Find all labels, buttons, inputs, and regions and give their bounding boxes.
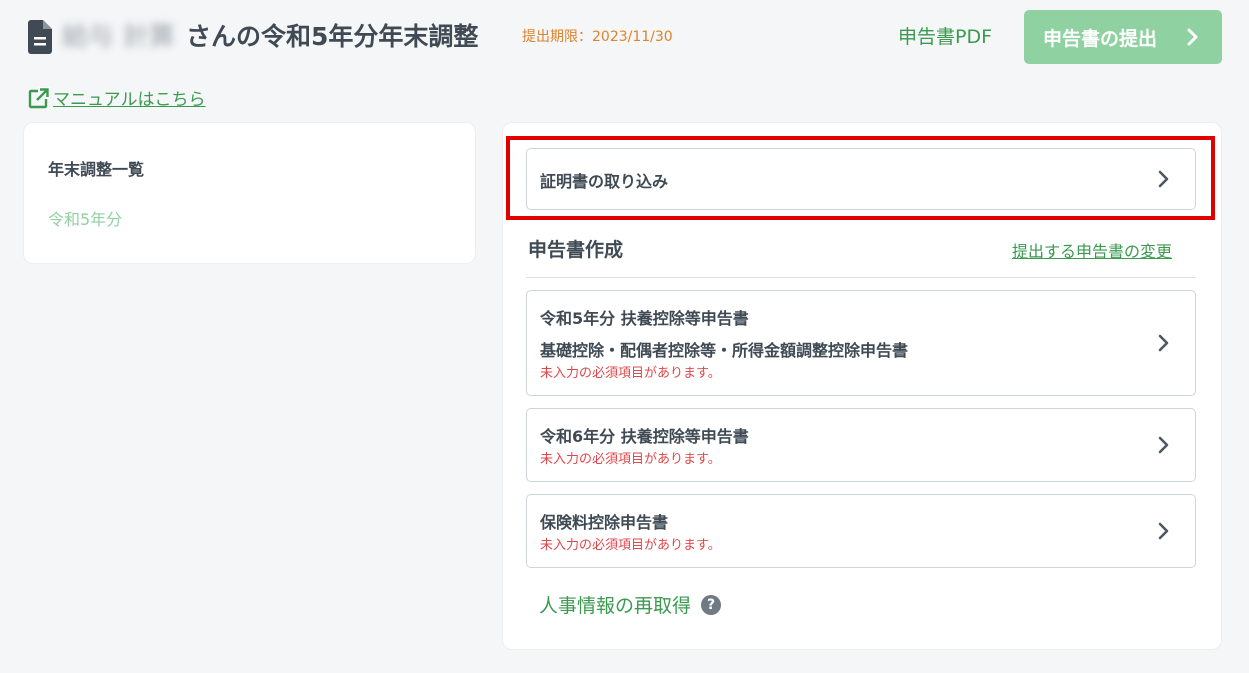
chevron-right-icon — [1158, 334, 1169, 352]
section-title: 申告書作成 — [528, 239, 624, 261]
year-list-item[interactable]: 令和5年分 — [48, 206, 122, 230]
manual-link[interactable]: マニュアルはこちら — [28, 85, 206, 110]
form-warning: 未入力の必須項目があります。 — [540, 538, 721, 553]
chevron-right-icon — [1158, 170, 1169, 188]
form-warning: 未入力の必須項目があります。 — [540, 452, 721, 467]
form-title: 令和6年分 扶養控除等申告書 — [540, 427, 749, 446]
import-certificates-row[interactable]: 証明書の取り込み — [526, 148, 1196, 210]
form-subtitle: 基礎控除・配偶者控除等・所得金額調整控除申告書 — [540, 341, 909, 360]
help-icon[interactable]: ? — [701, 594, 722, 615]
chevron-right-icon — [1158, 436, 1169, 454]
form-title: 保険料控除申告書 — [540, 513, 669, 532]
form-title: 令和5年分 扶養控除等申告書 — [540, 309, 749, 328]
submit-button[interactable]: 申告書の提出 — [1024, 10, 1222, 64]
form-warning: 未入力の必須項目があります。 — [540, 366, 721, 381]
change-forms-link[interactable]: 提出する申告書の変更 — [1012, 238, 1172, 262]
pdf-link[interactable]: 申告書PDF — [898, 24, 992, 50]
external-link-icon — [28, 86, 50, 108]
divider — [526, 277, 1196, 278]
refetch-hr-info: 人事情報の再取得 ? — [539, 591, 722, 618]
form-row-2023-dependents[interactable]: 令和5年分 扶養控除等申告書 基礎控除・配偶者控除等・所得金額調整控除申告書 未… — [526, 290, 1196, 396]
submit-button-label: 申告書の提出 — [1043, 27, 1158, 50]
year-list-card: 年末調整一覧 令和5年分 — [23, 122, 476, 264]
form-row-2024-dependents[interactable]: 令和6年分 扶養控除等申告書 未入力の必須項目があります。 — [526, 408, 1196, 482]
form-row-insurance[interactable]: 保険料控除申告書 未入力の必須項目があります。 — [526, 494, 1196, 568]
page-title: さんの令和5年分年末調整 — [186, 22, 479, 51]
user-name: 給与 計算 — [62, 22, 176, 52]
chevron-right-icon — [1158, 522, 1169, 540]
refetch-hr-info-link[interactable]: 人事情報の再取得 — [539, 591, 691, 618]
year-list-title: 年末調整一覧 — [48, 160, 145, 179]
deadline-text: 提出期限：2023/11/30 — [522, 29, 673, 45]
manual-link-label: マニュアルはこちら — [53, 90, 206, 110]
document-icon — [28, 20, 52, 54]
import-certificates-label: 証明書の取り込み — [540, 172, 669, 191]
chevron-right-icon — [1187, 28, 1198, 46]
page-header: 給与 計算 さんの令和5年分年末調整 提出期限：2023/11/30 申告書PD… — [0, 0, 1249, 75]
